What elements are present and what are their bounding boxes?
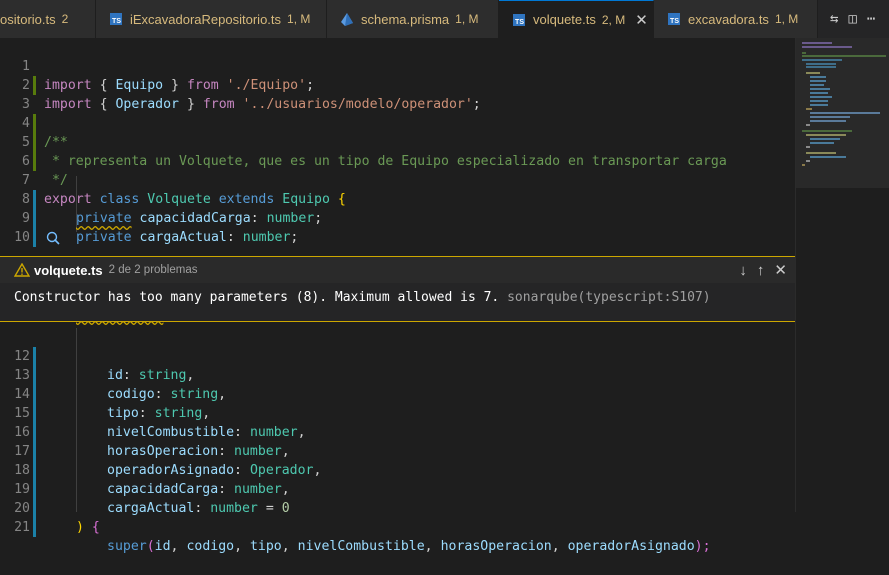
split-editor-icon[interactable]: ◫ (848, 11, 856, 27)
code-line: 15 nivelCombustible: number, (0, 385, 795, 440)
code-line: 2 import { Operador } from '../usuarios/… (0, 57, 795, 112)
code-line: 16 horasOperacion: number, (0, 404, 795, 459)
tab-status: 1, M (287, 12, 311, 26)
tab-repositorio[interactable]: ositorio.ts 2 (0, 0, 96, 38)
problem-text: Constructor has too many parameters (8).… (14, 290, 500, 305)
code-line: 18 capacidadCarga: number, (0, 442, 795, 497)
tab-label: volquete.ts (533, 12, 596, 27)
next-problem-icon[interactable]: ↓ (739, 262, 747, 279)
typescript-icon: TS (513, 13, 525, 26)
more-actions-icon[interactable]: ⋯ (867, 11, 875, 27)
tab-volquete[interactable]: TS volquete.ts 2, M ✕ (499, 0, 654, 38)
close-icon[interactable]: ✕ (774, 261, 787, 279)
code-line: 8 private capacidadCarga: number; (0, 171, 795, 226)
peek-file-name: volquete.ts (34, 262, 103, 278)
tab-iexcavadora[interactable]: TS iExcavadoraRepositorio.ts 1, M (96, 0, 327, 38)
code-line: 1 import { Equipo } from './Equipo'; (0, 38, 795, 93)
tab-status: 1, M (455, 12, 479, 26)
code-line: 5 * representa un Volquete, que es un ti… (0, 114, 795, 169)
code-line: 14 tipo: string, (0, 366, 795, 421)
previous-problem-icon[interactable]: ↑ (757, 262, 765, 279)
code-line: 20 ) { (0, 480, 795, 535)
typescript-icon: TS (668, 13, 680, 25)
code-line: 17 operadorAsignado: Operador, (0, 423, 795, 478)
minimap[interactable] (795, 38, 889, 512)
code-line: 19 cargaActual: number = 0 (0, 461, 795, 516)
typescript-icon: TS (110, 13, 122, 25)
tab-label: schema.prisma (361, 11, 450, 27)
code-line: 6 */ (0, 133, 795, 188)
code-line: 3 (0, 76, 795, 112)
code-line: 9 private cargaActual: number; (0, 190, 795, 245)
git-modified-marker (33, 518, 36, 537)
problem-source: sonarqube(typescript:S107) (507, 290, 711, 305)
code-line: 21 super(id, codigo, tipo, nivelCombusti… (0, 499, 795, 554)
close-icon[interactable]: ✕ (635, 11, 648, 29)
editor-tab-bar: ositorio.ts 2 TS iExcavadoraRepositorio.ts… (0, 0, 889, 38)
tab-status: 2, M (601, 12, 626, 27)
peek-actions: ↓ ↑ ✕ (739, 257, 787, 283)
warning-icon (14, 263, 30, 277)
problem-peek-widget: volquete.ts 2 de 2 problemas ↓ ↑ ✕ Const… (0, 256, 795, 322)
code-line: 7 export class Volquete extends Equipo { (0, 152, 795, 207)
lightbulb-icon[interactable] (46, 231, 60, 245)
tab-label: ositorio.ts (0, 11, 56, 27)
code-line-current: 11 constructor( (0, 228, 795, 321)
problem-message: Constructor has too many parameters (8).… (14, 290, 711, 305)
tab-label: excavadora.ts (688, 11, 769, 27)
code-line: 12 id: string, (0, 328, 795, 383)
code-line: 13 codigo: string, (0, 347, 795, 402)
tab-label: iExcavadoraRepositorio.ts (130, 11, 282, 27)
code-line: 10 (0, 209, 795, 247)
code-line: 4 /** (0, 95, 795, 150)
editor-actions: ⇆ ◫ ⋯ (818, 0, 889, 38)
compare-changes-icon[interactable]: ⇆ (830, 11, 838, 27)
tab-schema[interactable]: schema.prisma 1, M (327, 0, 499, 38)
tab-excavadora[interactable]: TS excavadora.ts 1, M (654, 0, 818, 38)
prisma-icon (341, 12, 353, 26)
tab-status: 2 (61, 12, 69, 26)
peek-problem-count: 2 de 2 problemas (108, 264, 198, 276)
line-number: 21 (14, 520, 30, 535)
tab-status: 1, M (774, 12, 799, 26)
peek-header: volquete.ts 2 de 2 problemas ↓ ↑ ✕ (0, 257, 795, 283)
